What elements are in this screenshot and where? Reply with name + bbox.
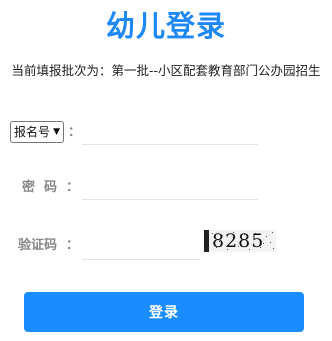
password-label: 密 码 [22,180,58,195]
password-colon: ： [66,180,80,195]
password-input[interactable] [82,174,258,200]
captcha-text: 8285 [212,230,265,252]
id-type-select[interactable]: 报名号 ▼ [10,121,64,143]
captcha-colon: ： [66,238,80,253]
captcha-input[interactable] [82,234,200,260]
captcha-label: 验证码 [18,238,58,253]
page-title: 幼儿登录 [105,9,226,43]
id-type-selected-value: 报名号 [14,125,51,139]
captcha-image[interactable]: 8285 [204,230,276,252]
batch-info-text: 当前填报批次为：第一批--小区配套教育部门公办园招生 [11,63,321,78]
id-colon: ： [68,125,82,140]
registration-number-input[interactable] [82,119,258,145]
login-button[interactable]: 登录 [24,292,304,332]
caret-down-icon: ▼ [53,127,60,137]
